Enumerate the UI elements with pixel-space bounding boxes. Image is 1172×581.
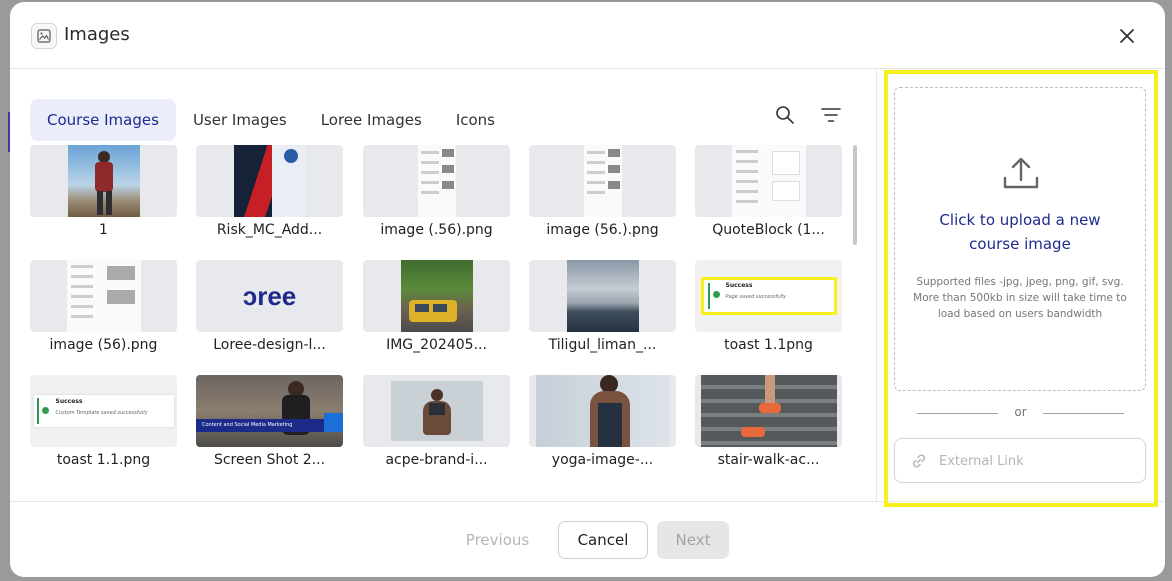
upload-hint: Supported files -jpg, jpeg, png, gif, sv… bbox=[913, 276, 1127, 320]
image-thumbnail: Success Page saved successfully bbox=[695, 260, 842, 332]
image-tile[interactable]: Content and Social Media Marketing Scree… bbox=[196, 375, 343, 468]
image-caption: image (56).png bbox=[49, 337, 158, 353]
image-tile[interactable]: Success Page saved successfully toast 1.… bbox=[695, 260, 842, 353]
close-icon[interactable] bbox=[1113, 22, 1141, 50]
image-grid: 1 Risk_MC_Add... image (.56).png image (… bbox=[30, 145, 845, 501]
image-caption: acpe-brand-i... bbox=[385, 452, 488, 468]
search-icon[interactable] bbox=[772, 102, 798, 128]
image-library-panel: Course Images User Images Loree Images I… bbox=[10, 69, 876, 501]
grid-scrollbar[interactable] bbox=[853, 145, 857, 245]
next-button[interactable]: Next bbox=[657, 521, 729, 559]
image-tile[interactable]: QuoteBlock (1... bbox=[695, 145, 842, 238]
image-thumbnail bbox=[529, 145, 676, 217]
or-separator: or bbox=[917, 404, 1124, 422]
image-tile[interactable]: Success Custom Template saved successful… bbox=[30, 375, 177, 468]
image-caption: IMG_202405... bbox=[386, 337, 487, 353]
image-caption: Loree-design-l... bbox=[213, 337, 326, 353]
tab-loree-images[interactable]: Loree Images bbox=[304, 99, 439, 141]
image-thumbnail bbox=[529, 260, 676, 332]
external-link-field[interactable] bbox=[894, 438, 1146, 483]
image-icon bbox=[31, 23, 57, 49]
image-caption: Tiligul_liman_... bbox=[548, 337, 657, 353]
image-tile[interactable]: Risk_MC_Add... bbox=[196, 145, 343, 238]
image-thumbnail bbox=[363, 260, 510, 332]
upload-title[interactable]: Click to upload a new course image bbox=[895, 208, 1145, 256]
image-thumbnail bbox=[363, 375, 510, 447]
upload-icon bbox=[1002, 154, 1040, 196]
image-caption: image (56.).png bbox=[546, 222, 659, 238]
upload-dropzone[interactable]: Click to upload a new course image Suppo… bbox=[894, 87, 1146, 391]
or-text: or bbox=[1014, 405, 1027, 419]
toast-title: Success bbox=[725, 282, 753, 289]
image-thumbnail bbox=[695, 145, 842, 217]
image-thumbnail: ɔree bbox=[196, 260, 343, 332]
toast-message: Page saved successfully bbox=[725, 294, 787, 300]
image-caption: toast 1.1png bbox=[724, 337, 813, 353]
image-thumbnail: Success Custom Template saved successful… bbox=[30, 375, 177, 447]
image-thumbnail bbox=[30, 145, 177, 217]
external-link-input[interactable] bbox=[939, 450, 1134, 472]
toast-message: Custom Template saved successfully bbox=[55, 410, 148, 416]
tab-course-images[interactable]: Course Images bbox=[30, 99, 176, 141]
image-thumbnail bbox=[363, 145, 510, 217]
image-tile[interactable]: acpe-brand-i... bbox=[363, 375, 510, 468]
image-caption: image (.56).png bbox=[380, 222, 493, 238]
image-tile[interactable]: 1 bbox=[30, 145, 177, 238]
dialog-header: Images bbox=[10, 2, 1165, 69]
image-caption: toast 1.1.png bbox=[56, 452, 151, 468]
image-tile[interactable]: ɔree Loree-design-l... bbox=[196, 260, 343, 353]
filter-icon[interactable] bbox=[818, 102, 844, 128]
image-caption: Screen Shot 2... bbox=[213, 452, 326, 468]
image-thumbnail bbox=[30, 260, 177, 332]
previous-button[interactable]: Previous bbox=[455, 521, 540, 559]
panel-divider bbox=[876, 69, 877, 501]
image-thumbnail bbox=[196, 145, 343, 217]
image-tile[interactable]: yoga-image-... bbox=[529, 375, 676, 468]
toast-title: Success bbox=[55, 398, 83, 405]
cancel-button[interactable]: Cancel bbox=[558, 521, 648, 559]
tab-icons[interactable]: Icons bbox=[439, 99, 512, 141]
tab-user-images[interactable]: User Images bbox=[176, 99, 304, 141]
image-thumbnail: Content and Social Media Marketing bbox=[196, 375, 343, 447]
image-caption: QuoteBlock (1... bbox=[712, 222, 825, 238]
image-tile[interactable]: image (.56).png bbox=[363, 145, 510, 238]
image-tile[interactable]: IMG_202405... bbox=[363, 260, 510, 353]
image-tabs: Course Images User Images Loree Images I… bbox=[30, 99, 512, 141]
image-tile[interactable]: image (56).png bbox=[30, 260, 177, 353]
image-tile[interactable]: Tiligul_liman_... bbox=[529, 260, 676, 353]
separator-line bbox=[1043, 413, 1124, 414]
image-caption: 1 bbox=[99, 222, 108, 238]
image-tile[interactable]: stair-walk-ac... bbox=[695, 375, 842, 468]
image-caption: stair-walk-ac... bbox=[717, 452, 820, 468]
image-caption: yoga-image-... bbox=[551, 452, 654, 468]
image-thumbnail bbox=[695, 375, 842, 447]
dialog-footer: Previous Cancel Next bbox=[10, 501, 1165, 577]
link-icon bbox=[911, 453, 927, 473]
banner-text: Content and Social Media Marketing bbox=[202, 422, 293, 428]
image-caption: Risk_MC_Add... bbox=[216, 222, 323, 238]
image-tile[interactable]: image (56.).png bbox=[529, 145, 676, 238]
dialog-title: Images bbox=[64, 24, 130, 45]
loree-logo-text: ɔree bbox=[242, 280, 297, 311]
image-thumbnail bbox=[529, 375, 676, 447]
